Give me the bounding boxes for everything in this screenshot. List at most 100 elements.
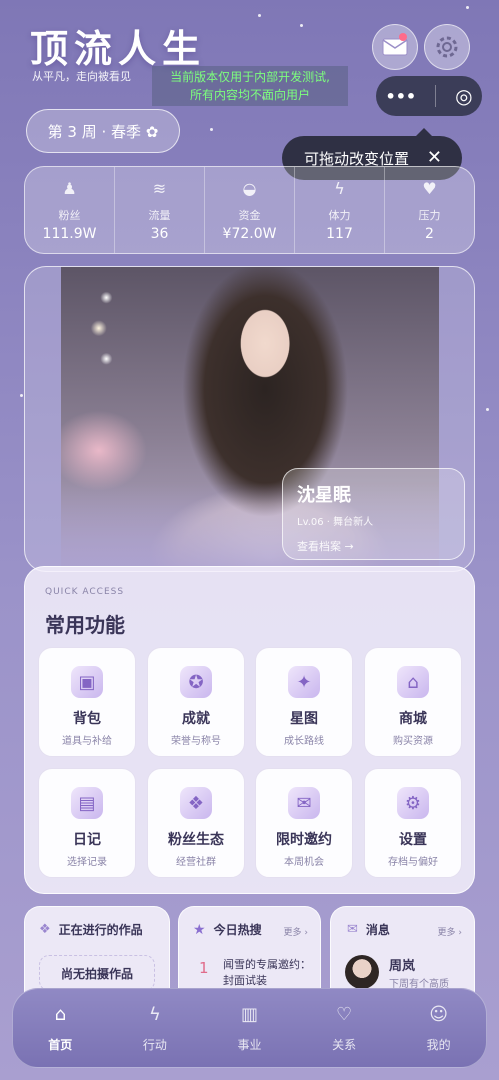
section-title: 常用功能 [45,613,125,637]
tile-name: 星图 [290,711,318,727]
tile-settings[interactable]: ⚙ 设置 存档与偏好 [364,768,462,878]
stat-value: 111.9W [42,225,97,242]
view-profile-link[interactable]: 查看档案 → [297,538,450,554]
character-card[interactable]: 沈星眠 Lv.06 · 舞台新人 查看档案 → [282,468,465,560]
career-icon: ▥ [240,1003,258,1025]
nav-career[interactable]: ▥ 事业 [209,1004,289,1053]
home-icon: ⌂ [54,1003,67,1025]
works-empty-text: 尚无拍摄作品 [60,966,133,981]
gear-icon [436,36,458,58]
character-level: Lv.06 · 舞台新人 [297,517,374,528]
sparkle [300,24,303,27]
mini-program-capsule: ••• ◎ [376,76,482,116]
nav-label: 我的 [426,1037,451,1052]
tile-diary[interactable]: ▤ 日记 选择记录 [38,768,136,878]
shop-icon: ⌂ [397,666,429,698]
money-icon: ◒ [242,178,257,198]
tile-name: 商城 [399,711,427,727]
backpack-icon: ▣ [71,666,103,698]
nav-label: 事业 [237,1037,262,1052]
stat-label: 体力 [328,208,351,222]
tile-star-map[interactable]: ✦ 星图 成长路线 [255,647,353,757]
nav-profile[interactable]: ☺ 我的 [399,1004,479,1053]
tile-backpack[interactable]: ▣ 背包 道具与补给 [38,647,136,757]
message-sender: 周岚 [389,959,416,974]
unread-dot [399,33,407,41]
works-title: 正在进行的作品 [58,923,143,937]
stat-label: 资金 [238,208,261,222]
profile-icon: ☺ [429,1003,449,1025]
nav-label: 首页 [48,1037,73,1052]
sparkle [486,408,489,411]
nav-home[interactable]: ⌂ 首页 [20,1004,100,1053]
capsule-divider [435,85,437,107]
stats-bar: ♟ 粉丝 111.9W ≋ 流量 36 ◒ 资金 ¥72.0W ϟ 体力 117… [24,166,475,254]
tile-name: 设置 [399,832,427,848]
messages-title: 消息 [365,923,390,937]
avatar [345,955,379,989]
pressure-icon: ♥ [422,178,437,198]
more-menu-button[interactable]: ••• [385,87,416,106]
action-icon: ϟ [148,1003,161,1025]
app-subtitle: 从平凡，走向被看见 [32,70,131,83]
sparkle [20,394,23,397]
close-icon[interactable]: ✕ [427,147,442,168]
tile-desc: 道具与补给 [62,736,112,747]
close-target-button[interactable]: ◎ [455,84,472,108]
tile-name: 粉丝生态 [168,832,224,848]
stat-value: 36 [150,225,169,242]
sparkle [258,14,261,17]
hot-search-title: 今日热搜 [213,923,262,937]
quick-access-panel: QUICK ACCESS 常用功能 ▣ 背包 道具与补给 ✪ 成就 荣誉与称号 … [24,566,475,894]
tile-desc: 本周机会 [284,857,324,868]
fan-community-icon: ❖ [180,787,212,819]
stat-value: 117 [326,225,353,242]
dev-notice-line1: 当前版本仅用于内部开发测试, [170,70,330,84]
dev-notice-line2: 所有内容均不面向用户 [189,88,310,102]
star-icon: ★ [193,921,206,938]
tile-name: 背包 [73,711,101,727]
nav-label: 关系 [332,1037,357,1052]
stat-energy[interactable]: ϟ 体力 117 [295,167,385,253]
character-hero: 沈星眠 Lv.06 · 舞台新人 查看档案 → [24,266,475,572]
tile-name: 日记 [73,832,101,848]
tile-achievement[interactable]: ✪ 成就 荣誉与称号 [147,647,245,757]
bottom-nav: ⌂ 首页 ϟ 行动 ▥ 事业 ♡ 关系 ☺ 我的 [12,988,487,1068]
star-map-icon: ✦ [288,666,320,698]
sparkle [210,128,213,131]
tile-desc: 荣誉与称号 [171,736,221,747]
hot-item-text[interactable]: 闻雪的专属邀约：封面试装 [223,957,311,989]
stat-money[interactable]: ◒ 资金 ¥72.0W [205,167,295,253]
stat-traffic[interactable]: ≋ 流量 36 [115,167,205,253]
tile-name: 成就 [182,711,210,727]
stat-label: 压力 [418,208,441,222]
achievement-icon: ✪ [180,666,212,698]
nav-action[interactable]: ϟ 行动 [115,1004,195,1053]
hot-search-more-link[interactable]: 更多 › [284,925,308,938]
stat-pressure[interactable]: ♥ 压力 2 [385,167,474,253]
week-season-badge[interactable]: 第 3 周 · 春季 ✿ [26,109,180,153]
tile-shop[interactable]: ⌂ 商城 购买资源 [364,647,462,757]
works-icon: ❖ [39,922,51,937]
tile-fan-community[interactable]: ❖ 粉丝生态 经营社群 [147,768,245,878]
settings-button[interactable] [424,24,470,70]
section-eyebrow: QUICK ACCESS [45,587,125,597]
tile-invitation[interactable]: ✉ 限时邀约 本周机会 [255,768,353,878]
tile-desc: 存档与偏好 [388,857,438,868]
dev-notice: 当前版本仅用于内部开发测试, 所有内容均不面向用户 [152,66,348,106]
energy-icon: ϟ [334,178,345,198]
stat-value: 2 [425,225,434,242]
fans-icon: ♟ [62,178,77,198]
mail-button[interactable] [372,24,418,70]
works-empty-state: 尚无拍摄作品 [39,955,155,991]
nav-relation[interactable]: ♡ 关系 [304,1004,384,1053]
settings-icon: ⚙ [397,787,429,819]
traffic-icon: ≋ [152,178,167,198]
stat-value: ¥72.0W [222,225,277,242]
app-title: 顶流人生 [30,27,207,71]
stat-fans[interactable]: ♟ 粉丝 111.9W [25,167,115,253]
messages-more-link[interactable]: 更多 › [438,925,462,938]
message-icon: ✉ [347,922,358,937]
sparkle [466,6,469,9]
character-name: 沈星眠 [297,485,351,506]
